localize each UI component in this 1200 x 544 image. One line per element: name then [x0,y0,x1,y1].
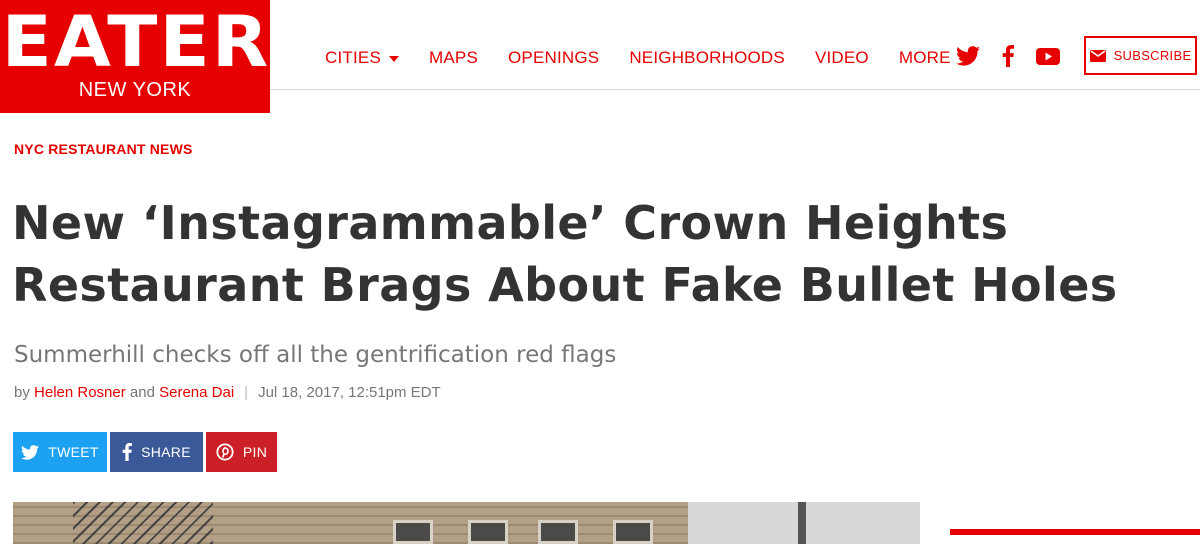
twitter-icon [21,444,40,460]
site-header: EATER NEW YORK CITIES MAPS OPENINGS NEIG… [0,0,1200,113]
sidebar-rule [950,529,1200,535]
facebook-share-button[interactable]: SHARE [110,432,203,472]
nav-item-label: MORE [898,48,951,67]
byline: by Helen Rosner and Serena Dai | Jul 18,… [14,383,441,403]
article-dek: Summerhill checks off all the gentrifica… [14,342,617,368]
twitter-icon[interactable] [955,44,981,68]
nav-item-neighborhoods[interactable]: NEIGHBORHOODS [629,47,785,69]
subscribe-label: SUBSCRIBE [1113,48,1192,63]
byline-separator: | [244,384,249,401]
main-nav: CITIES MAPS OPENINGS NEIGHBORHOODS VIDEO… [325,46,999,70]
street-pole [798,502,806,544]
publish-date: Jul 18, 2017, 12:51pm EDT [258,384,441,401]
pinterest-icon [216,443,234,461]
nav-item-label: VIDEO [814,48,869,67]
mail-icon [1089,49,1106,62]
lead-image [13,502,920,544]
article-kicker[interactable]: NYC RESTAURANT NEWS [14,140,193,158]
facebook-icon [122,443,133,461]
nav-item-cities[interactable]: CITIES [325,47,399,69]
facebook-icon[interactable] [995,44,1021,68]
nav-item-video[interactable]: VIDEO [815,47,869,69]
logo-wordmark: EATER [1,1,271,83]
window [393,520,433,544]
author-link[interactable]: Helen Rosner [34,383,126,403]
byline-prefix: by [14,384,30,401]
byline-joiner: and [129,384,155,401]
article-headline: New ‘Instagrammable’ Crown Heights Resta… [12,196,1118,312]
logo-edition: NEW YORK [78,79,192,101]
share-buttons: TWEET SHARE PIN [13,432,280,472]
nav-item-label: MAPS [429,48,478,67]
subscribe-button[interactable]: SUBSCRIBE [1084,36,1197,75]
nav-item-label: OPENINGS [507,48,600,67]
eater-logo[interactable]: EATER NEW YORK [0,0,270,113]
nav-item-label: NEIGHBORHOODS [629,48,785,67]
window [468,520,508,544]
share-label: SHARE [141,444,191,460]
tweet-button[interactable]: TWEET [13,432,107,472]
author-link[interactable]: Serena Dai [159,383,234,403]
pin-button[interactable]: PIN [206,432,277,472]
pin-label: PIN [242,444,268,460]
fire-escape [73,502,213,544]
youtube-icon[interactable] [1035,44,1061,68]
nav-item-label: CITIES [325,48,381,67]
window [613,520,653,544]
social-links [955,44,1075,68]
nav-item-openings[interactable]: OPENINGS [508,47,599,69]
chevron-down-icon [389,56,399,62]
window [538,520,578,544]
tweet-label: TWEET [48,444,99,460]
nav-item-maps[interactable]: MAPS [429,47,478,69]
